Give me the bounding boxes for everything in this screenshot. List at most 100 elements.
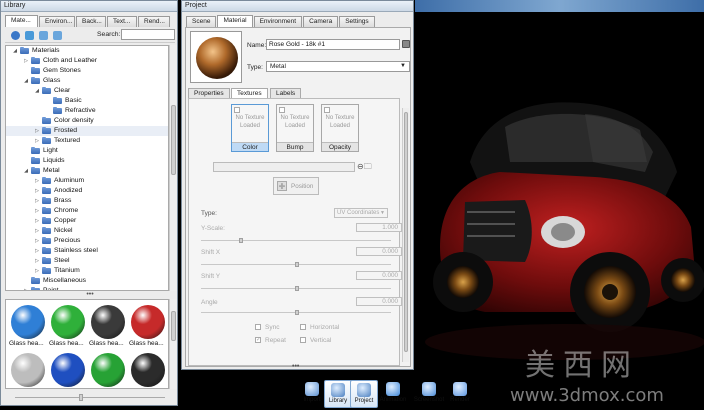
tree-item[interactable]: ▷ Steel [6, 256, 168, 266]
tree-item[interactable]: Gem Stones [6, 66, 168, 76]
expand-icon[interactable]: ▷ [34, 248, 40, 254]
material-thumbnail[interactable] [51, 353, 85, 387]
collapse-icon[interactable]: ◢ [34, 88, 40, 94]
tree-item[interactable]: ▷ Stainless steel [6, 246, 168, 256]
toolbar-screenshot-button[interactable]: Screenshot [412, 380, 446, 408]
toolbar-project-button[interactable]: Project [350, 380, 378, 408]
tree-item[interactable]: ▷ Aluminum [6, 176, 168, 186]
material-name-input[interactable] [266, 39, 400, 50]
tree-item[interactable]: Miscellaneous [6, 276, 168, 286]
material-type-select[interactable]: Metal ▼ [266, 61, 410, 72]
material-thumbnail[interactable] [11, 353, 45, 387]
subtab-properties[interactable]: Properties [188, 88, 230, 98]
tree-item[interactable]: Color density [6, 116, 168, 126]
library-titlebar[interactable]: Library [1, 1, 177, 12]
tree-item[interactable]: ▷ Frosted [6, 126, 168, 136]
refresh-icon[interactable] [11, 31, 20, 40]
tab-material[interactable]: Material [217, 15, 253, 27]
texture-slot-bump[interactable]: No Texture Loaded Bump [276, 104, 314, 152]
tree-item[interactable]: ▷ Copper [6, 216, 168, 226]
material-preview[interactable] [190, 31, 242, 83]
tree-scroll-thumb[interactable] [171, 105, 176, 175]
expand-icon[interactable]: ▷ [34, 178, 40, 184]
tree-item[interactable]: Basic [6, 96, 168, 106]
texture-slot-checkbox[interactable] [279, 107, 285, 113]
download-icon[interactable] [39, 31, 48, 40]
tree-item[interactable]: ▷ Textured [6, 136, 168, 146]
angle-value[interactable]: 0.000 [356, 297, 402, 306]
material-thumbnail[interactable] [131, 305, 165, 339]
tab-materials[interactable]: Mate... [5, 15, 38, 27]
material-thumbnail[interactable] [91, 353, 125, 387]
subtab-textures[interactable]: Textures [231, 88, 268, 98]
texture-slot-color[interactable]: No Texture Loaded Color [231, 104, 269, 152]
expand-icon[interactable]: ▷ [34, 188, 40, 194]
project-scrollbar[interactable] [402, 108, 409, 362]
expand-icon[interactable]: ▷ [34, 258, 40, 264]
tab-environments[interactable]: Environ... [39, 16, 75, 27]
tree-item[interactable]: Light [6, 146, 168, 156]
project-resize-grip[interactable]: ••• [292, 363, 299, 370]
expand-icon[interactable]: ▷ [23, 58, 29, 64]
thumb-size-slider[interactable] [15, 394, 165, 401]
tab-settings[interactable]: Settings [339, 16, 375, 27]
texture-slot-checkbox[interactable] [234, 107, 240, 113]
shift-y-knob[interactable] [295, 286, 299, 291]
material-thumbnail[interactable] [131, 353, 165, 387]
search-input[interactable] [121, 29, 175, 40]
expand-icon[interactable]: ▷ [34, 138, 40, 144]
tab-textures[interactable]: Text... [107, 16, 137, 27]
tree-item[interactable]: ◢ Glass [6, 76, 168, 86]
toolbar-animation-button[interactable]: Animation [379, 380, 407, 408]
tree-item[interactable]: ◢ Clear [6, 86, 168, 96]
texture-slot-opacity[interactable]: No Texture Loaded Opacity [321, 104, 359, 152]
material-thumbnail[interactable] [11, 305, 45, 339]
toolbar-render-button[interactable]: Render [446, 380, 474, 408]
collapse-icon[interactable]: ◢ [12, 48, 18, 54]
texture-type-select[interactable]: UV Coordinates ▼ [334, 208, 388, 218]
subtab-labels[interactable]: Labels [270, 88, 302, 98]
expand-icon[interactable]: ▷ [34, 198, 40, 204]
add-icon[interactable] [25, 31, 34, 40]
tree-item[interactable]: ◢ Metal [6, 166, 168, 176]
thumbs-scroll-thumb[interactable] [171, 311, 176, 341]
project-titlebar[interactable]: Project [182, 1, 413, 12]
save-material-icon[interactable] [402, 40, 410, 48]
thumb-size-knob[interactable] [79, 394, 83, 401]
expand-icon[interactable]: ▷ [34, 208, 40, 214]
thumbs-scrollbar[interactable] [169, 299, 177, 389]
collapse-icon[interactable]: ◢ [23, 168, 29, 174]
repeat-checkbox[interactable]: ✓ [255, 337, 261, 343]
texture-slot-checkbox[interactable] [324, 107, 330, 113]
tab-renders[interactable]: Rend... [138, 16, 170, 27]
expand-icon[interactable]: ▷ [34, 228, 40, 234]
tree-item[interactable]: ▷ Titanium [6, 266, 168, 276]
tab-environment[interactable]: Environment [253, 16, 303, 27]
angle-knob[interactable] [295, 310, 299, 315]
expand-icon[interactable]: ▷ [34, 218, 40, 224]
sync-checkbox[interactable] [255, 324, 261, 330]
expand-icon[interactable]: ▷ [34, 128, 40, 134]
tree-item[interactable]: ▷ Cloth and Leather [6, 56, 168, 66]
y-scale-value[interactable]: 1.000 [356, 223, 402, 232]
tree-item[interactable]: ▷ Anodized [6, 186, 168, 196]
horizontal-checkbox[interactable] [300, 324, 306, 330]
toolbar-import-button[interactable]: Import [298, 380, 326, 408]
tab-scene[interactable]: Scene [186, 16, 217, 27]
tree-item[interactable]: ◢ Materials [6, 46, 168, 56]
tree-item[interactable]: ▷ Brass [6, 196, 168, 206]
shift-y-slider[interactable] [201, 286, 391, 291]
tree-item[interactable]: ▷ Nickel [6, 226, 168, 236]
shift-x-slider[interactable] [201, 262, 391, 267]
shift-x-value[interactable]: 0.000 [356, 247, 402, 256]
shift-y-value[interactable]: 0.000 [356, 271, 402, 280]
tab-camera[interactable]: Camera [303, 16, 339, 27]
expand-icon[interactable]: ▷ [23, 288, 29, 290]
render-viewport[interactable]: 美西网 www.3dmox.com [415, 0, 704, 410]
vertical-checkbox[interactable] [300, 337, 306, 343]
angle-slider[interactable] [201, 310, 391, 315]
material-thumbnail[interactable] [51, 305, 85, 339]
project-scroll-thumb[interactable] [404, 112, 408, 352]
upload-icon[interactable] [53, 31, 62, 40]
tab-backplates[interactable]: Back... [76, 16, 106, 27]
